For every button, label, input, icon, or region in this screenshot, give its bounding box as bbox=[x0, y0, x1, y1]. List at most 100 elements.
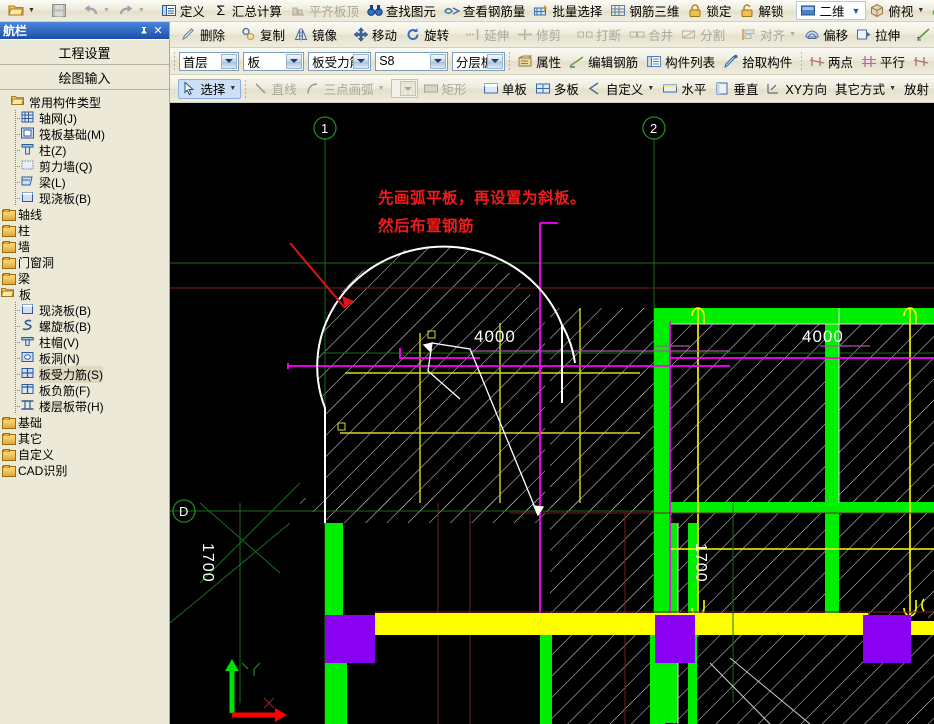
tree-connector bbox=[12, 318, 21, 334]
move-button[interactable]: 移动 bbox=[350, 25, 402, 45]
batch-select-button[interactable]: 批量选择 bbox=[530, 0, 607, 21]
delete-button[interactable]: 删除 bbox=[178, 25, 230, 45]
arc-option-select[interactable] bbox=[391, 79, 418, 98]
component-tree[interactable]: 常用构件类型 轴网(J) 筏板基础(M) 柱(Z) 剪力墙(Q) 梁(L) 现浇… bbox=[0, 92, 169, 724]
split-button[interactable]: 分割 bbox=[678, 25, 730, 45]
tree-item-slabs[interactable]: 板 bbox=[0, 286, 169, 302]
tree-item-foundation[interactable]: 基础 bbox=[0, 414, 169, 430]
tree-item-common-types[interactable]: 常用构件类型 bbox=[0, 94, 169, 110]
line-tool-button[interactable]: 直线 bbox=[250, 79, 302, 99]
parallel-button[interactable]: 平行 bbox=[858, 51, 910, 71]
stretch-button[interactable]: 拉伸 bbox=[853, 25, 905, 45]
chevron-down-icon[interactable] bbox=[399, 81, 416, 96]
unlock-button[interactable]: 解锁 bbox=[736, 0, 788, 21]
merge-button[interactable]: 合并 bbox=[626, 25, 678, 45]
move-label: 移动 bbox=[372, 29, 398, 43]
tree-item-raft-foundation[interactable]: 筏板基础(M) bbox=[0, 126, 169, 142]
tree-item-axis-lines[interactable]: 轴线 bbox=[0, 206, 169, 222]
define-button[interactable]: 定义 bbox=[158, 0, 210, 21]
tree-item-custom[interactable]: 自定义 bbox=[0, 446, 169, 462]
tree-item-shear-wall[interactable]: 剪力墙(Q) bbox=[0, 158, 169, 174]
copy-button[interactable]: 复制 bbox=[238, 25, 290, 45]
tree-item-beams[interactable]: 梁 bbox=[0, 270, 169, 286]
top-view-button[interactable]: 俯视 ▼ bbox=[866, 0, 929, 21]
tree-item-cast-slab-top[interactable]: 现浇板(B) bbox=[0, 190, 169, 206]
member-list-button[interactable]: 构件列表 bbox=[643, 51, 720, 71]
stretch-icon bbox=[856, 27, 872, 42]
member-type-select[interactable]: 板受力筋 bbox=[308, 51, 372, 71]
extend-button[interactable]: 延伸 bbox=[462, 25, 514, 45]
tree-item-walls[interactable]: 墙 bbox=[0, 238, 169, 254]
rebar-3d-button[interactable]: 钢筋三维 bbox=[607, 0, 684, 21]
select-tool-button[interactable]: 选择 ▼ bbox=[178, 78, 242, 99]
chevron-down-icon[interactable] bbox=[429, 53, 446, 69]
vertical-button[interactable]: 垂直 bbox=[711, 79, 763, 99]
summary-calc-button[interactable]: Σ 汇总计算 bbox=[210, 0, 287, 21]
drawing-input-button[interactable]: 绘图输入 bbox=[0, 65, 169, 90]
chevron-down-icon[interactable] bbox=[221, 53, 238, 69]
view-rebar-amount-button[interactable]: 查看钢筋量 bbox=[441, 0, 531, 21]
xy-direction-button[interactable]: XY方向 bbox=[763, 79, 832, 99]
chevron-down-icon[interactable] bbox=[487, 53, 504, 69]
open-file-button[interactable]: ▼ bbox=[0, 0, 40, 21]
tree-item-floor-band[interactable]: 楼层板带(H) bbox=[0, 398, 169, 414]
align-button[interactable]: 对齐 ▼ bbox=[738, 25, 801, 45]
navigation-panel: 航栏 ✕ 工程设置 绘图输入 常用构件类型 轴网(J) 筏板基础(M) 柱(Z)… bbox=[0, 22, 170, 724]
properties-button[interactable]: 属性 bbox=[514, 51, 566, 71]
pick-member-button[interactable]: 拾取构件 bbox=[720, 51, 797, 71]
offset-button[interactable]: 偏移 bbox=[801, 25, 853, 45]
two-point-extra-button[interactable] bbox=[910, 51, 934, 71]
settings-button[interactable]: 设置 bbox=[913, 25, 934, 45]
tree-item-column-cap[interactable]: 柱帽(V) bbox=[0, 334, 169, 350]
three-point-arc-button[interactable]: 三点画弧 ▼ bbox=[302, 79, 390, 99]
two-point-button[interactable]: 两点 bbox=[806, 51, 858, 71]
redo-button[interactable]: ▼ bbox=[115, 0, 150, 21]
save-button[interactable] bbox=[48, 0, 72, 21]
edit-rebar-button[interactable]: 编辑钢筋 bbox=[566, 51, 643, 71]
member-name-select[interactable]: S8 bbox=[375, 51, 448, 71]
view-mode-dropdown[interactable]: 二维 ▼ bbox=[796, 1, 867, 20]
tree-item-door-window[interactable]: 门窗洞 bbox=[0, 254, 169, 270]
mirror-button[interactable]: 镜像 bbox=[290, 25, 342, 45]
tree-item-cast-slab[interactable]: 现浇板(B) bbox=[0, 302, 169, 318]
align-slab-top-button[interactable]: 平齐板顶 bbox=[287, 0, 364, 21]
coordinate-gizmo bbox=[225, 659, 287, 722]
copy-icon bbox=[241, 27, 257, 42]
tree-connector bbox=[12, 334, 21, 350]
undo-button[interactable]: ▼ bbox=[80, 0, 115, 21]
category-select[interactable]: 板 bbox=[243, 51, 305, 71]
tree-item-other[interactable]: 其它 bbox=[0, 430, 169, 446]
tree-item-slab-neg-rebar[interactable]: 板负筋(F) bbox=[0, 382, 169, 398]
chevron-down-icon[interactable] bbox=[353, 53, 370, 69]
tree-item-axis-grid[interactable]: 轴网(J) bbox=[0, 110, 169, 126]
break-button[interactable]: 打断 bbox=[574, 25, 626, 45]
find-element-button[interactable]: 查找图元 bbox=[364, 0, 441, 21]
radial-button[interactable]: 放射 bbox=[901, 79, 934, 99]
layer-select[interactable]: 分层板1 bbox=[451, 51, 506, 71]
custom-tool-button[interactable]: 自定义 ▼ bbox=[584, 79, 659, 99]
other-mode-button[interactable]: 其它方式 ▼ bbox=[832, 79, 901, 99]
pin-icon[interactable] bbox=[137, 24, 151, 38]
tree-item-columns[interactable]: 柱 bbox=[0, 222, 169, 238]
floor-select[interactable]: 首层 bbox=[178, 51, 240, 71]
tree-item-spiral-slab[interactable]: 螺旋板(B) bbox=[0, 318, 169, 334]
rectangle-tool-button[interactable]: 矩形 bbox=[420, 79, 472, 99]
chevron-down-icon[interactable] bbox=[286, 53, 303, 69]
tree-item-beam[interactable]: 梁(L) bbox=[0, 174, 169, 190]
drawing-canvas[interactable]: 1 2 D 先画弧平板，再设置为斜板。 然后布置钢筋 4000 4000 170… bbox=[170, 103, 934, 724]
horizontal-button[interactable]: 水平 bbox=[659, 79, 711, 99]
dynamic-view-button[interactable]: 动态 bbox=[929, 0, 934, 21]
single-slab-button[interactable]: 单板 bbox=[480, 79, 532, 99]
tree-item-slab-hole[interactable]: 板洞(N) bbox=[0, 350, 169, 366]
close-icon[interactable]: ✕ bbox=[151, 24, 165, 38]
beam-icon bbox=[21, 175, 36, 189]
tree-item-cad-recognition[interactable]: CAD识别 bbox=[0, 462, 169, 478]
multi-slab-button[interactable]: 多板 bbox=[532, 79, 584, 99]
lock-button[interactable]: 锁定 bbox=[684, 0, 736, 21]
project-settings-button[interactable]: 工程设置 bbox=[0, 40, 169, 65]
other-mode-caret: ▼ bbox=[889, 85, 896, 92]
rotate-button[interactable]: 旋转 bbox=[402, 25, 454, 45]
tree-item-slab-main-rebar[interactable]: 板受力筋(S) bbox=[0, 365, 169, 383]
trim-button[interactable]: 修剪 bbox=[514, 25, 566, 45]
tree-item-column[interactable]: 柱(Z) bbox=[0, 142, 169, 158]
